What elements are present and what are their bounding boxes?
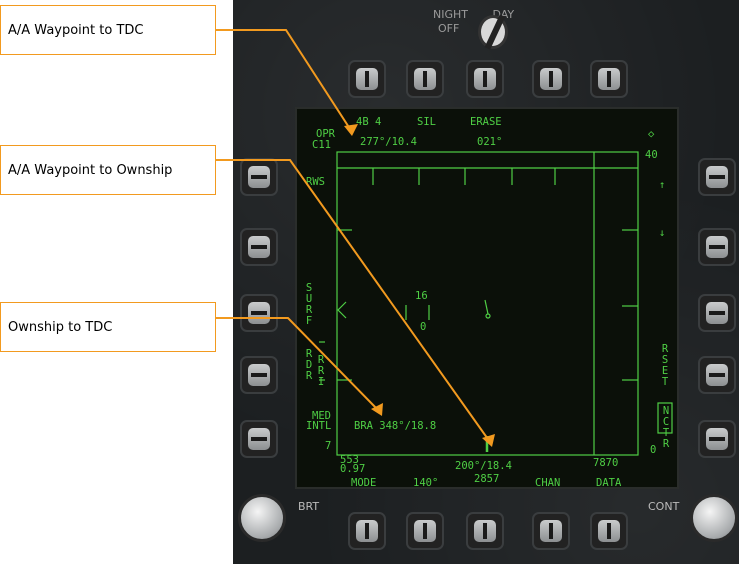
pb-right-4[interactable]	[698, 356, 736, 394]
right-bottom-num: 7870	[593, 457, 619, 469]
range-up-icon[interactable]: ↑	[659, 180, 665, 191]
pb-top-1[interactable]	[348, 60, 386, 98]
contrast-knob[interactable]	[690, 494, 738, 542]
cont-label: CONT	[648, 500, 680, 513]
callout-label: Ownship to TDC	[8, 319, 113, 335]
callout-waypoint-to-ownship: A/A Waypoint to Ownship	[0, 145, 216, 195]
pb-left-4[interactable]	[240, 356, 278, 394]
rdr-label[interactable]: RDR	[304, 349, 314, 382]
tdc-bot-num: 0	[420, 321, 427, 333]
c11-label: C11	[312, 139, 331, 151]
zero-right: 0	[650, 444, 657, 456]
intl-label[interactable]: INTL	[306, 421, 331, 432]
pb-bottom-2[interactable]	[406, 512, 444, 550]
pb-right-2[interactable]	[698, 228, 736, 266]
surf-label[interactable]: SURF	[304, 283, 314, 327]
rri-label: RRI	[317, 354, 325, 388]
altitude-bottom: 0.97	[340, 463, 366, 475]
pb-right-3[interactable]	[698, 294, 736, 332]
pb-left-5[interactable]	[240, 420, 278, 458]
wp-ownship-readout: 200°/18.4	[455, 460, 512, 472]
bottom-alt-label[interactable]: 2857	[474, 474, 499, 485]
bottom-data-label[interactable]: DATA	[596, 478, 621, 489]
rset-label[interactable]: RSET	[660, 344, 670, 388]
pb-left-3[interactable]	[240, 294, 278, 332]
tdc-top-num: 16	[415, 290, 428, 302]
display-erase-label[interactable]: ERASE	[470, 117, 502, 128]
pb-right-5[interactable]	[698, 420, 736, 458]
pb-bottom-3[interactable]	[466, 512, 504, 550]
range-down-icon[interactable]: ↓	[659, 228, 665, 239]
heading-top-readout: 021°	[477, 136, 503, 148]
bottom-heading-label[interactable]: 140°	[413, 478, 438, 489]
display-range-label[interactable]: 4B 4	[356, 117, 381, 128]
pb-bottom-5[interactable]	[590, 512, 628, 550]
radar-display	[295, 107, 679, 489]
left-bottom-num: 7	[325, 440, 332, 452]
callout-label: A/A Waypoint to Ownship	[8, 162, 173, 178]
bottom-mode-label[interactable]: MODE	[351, 478, 376, 489]
pb-bottom-4[interactable]	[532, 512, 570, 550]
range-scale: 40	[645, 149, 658, 161]
pb-top-2[interactable]	[406, 60, 444, 98]
pb-top-4[interactable]	[532, 60, 570, 98]
brightness-knob[interactable]	[238, 494, 286, 542]
diamond-icon[interactable]: ◇	[648, 129, 654, 140]
pb-left-1[interactable]	[240, 158, 278, 196]
pb-top-3[interactable]	[466, 60, 504, 98]
pb-bottom-1[interactable]	[348, 512, 386, 550]
callout-label: A/A Waypoint to TDC	[8, 22, 144, 38]
nctr-label[interactable]: NCTR	[661, 406, 671, 450]
wp-tdc-readout: 277°/10.4	[360, 136, 417, 148]
callout-waypoint-to-tdc: A/A Waypoint to TDC	[0, 5, 216, 55]
rws-label[interactable]: RWS	[306, 177, 325, 188]
brt-label: BRT	[298, 500, 320, 513]
pb-top-5[interactable]	[590, 60, 628, 98]
bottom-chan-label[interactable]: CHAN	[535, 478, 560, 489]
bra-readout: BRA 348°/18.8	[354, 420, 437, 432]
night-day-knob[interactable]	[478, 15, 508, 49]
pb-left-2[interactable]	[240, 228, 278, 266]
off-label: OFF	[438, 22, 460, 35]
display-sil-label[interactable]: SIL	[417, 117, 436, 128]
callout-ownship-to-tdc: Ownship to TDC	[0, 302, 216, 352]
pb-right-1[interactable]	[698, 158, 736, 196]
